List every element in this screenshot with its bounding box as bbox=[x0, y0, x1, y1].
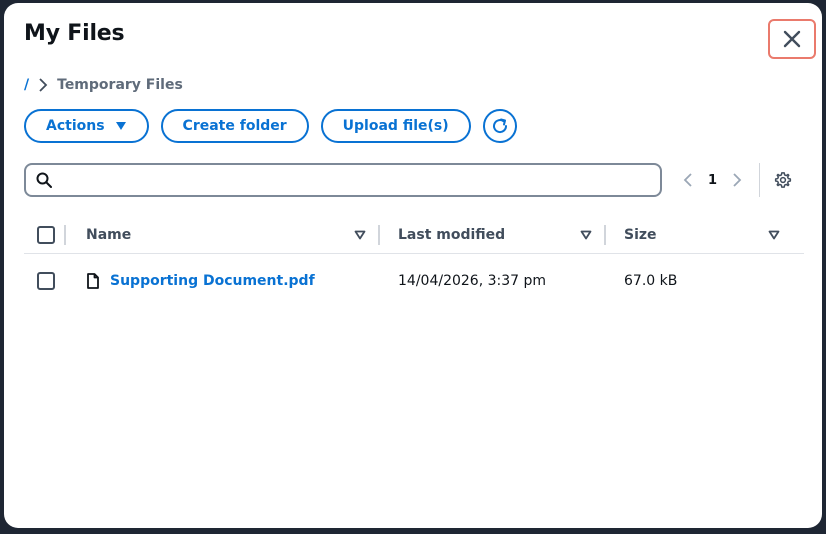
file-modified: 14/04/2026, 3:37 pm bbox=[398, 273, 547, 289]
file-size: 67.0 kB bbox=[624, 273, 678, 289]
file-name-link[interactable]: Supporting Document.pdf bbox=[110, 273, 315, 289]
sort-icon[interactable] bbox=[768, 230, 780, 240]
sort-icon[interactable] bbox=[580, 230, 592, 240]
breadcrumb-current: Temporary Files bbox=[57, 77, 183, 93]
refresh-icon bbox=[492, 118, 507, 134]
files-modal: My Files / Temporary Files Actions Creat… bbox=[4, 3, 822, 528]
column-header-name[interactable]: Name bbox=[66, 227, 378, 243]
caret-down-icon bbox=[115, 122, 126, 130]
upload-files-button[interactable]: Upload file(s) bbox=[320, 109, 471, 143]
sort-icon[interactable] bbox=[354, 230, 366, 240]
page-number[interactable]: 1 bbox=[708, 173, 717, 188]
create-folder-button[interactable]: Create folder bbox=[160, 109, 309, 143]
search-icon bbox=[36, 172, 52, 188]
row-checkbox[interactable] bbox=[37, 272, 55, 290]
actions-button[interactable]: Actions bbox=[24, 109, 149, 143]
refresh-button[interactable] bbox=[482, 109, 517, 143]
pagination: 1 bbox=[682, 163, 792, 197]
previous-page-icon[interactable] bbox=[682, 172, 694, 188]
next-page-icon[interactable] bbox=[731, 172, 743, 188]
cell-modified: 14/04/2026, 3:37 pm bbox=[380, 273, 604, 289]
toolbar: Actions Create folder Upload file(s) bbox=[24, 109, 517, 143]
files-table: Name Last modified Size Supporting Docum… bbox=[24, 217, 804, 308]
pager-divider bbox=[759, 163, 761, 197]
cell-name: Supporting Document.pdf bbox=[66, 273, 378, 289]
column-header-modified-label: Last modified bbox=[398, 227, 506, 243]
chevron-right-icon bbox=[39, 78, 48, 92]
close-button[interactable] bbox=[768, 19, 816, 59]
file-icon bbox=[87, 273, 99, 289]
settings-gear-icon[interactable] bbox=[774, 171, 792, 189]
search-input[interactable] bbox=[60, 166, 660, 194]
close-icon bbox=[783, 30, 801, 48]
breadcrumb-root[interactable]: / bbox=[24, 77, 29, 93]
column-header-size-label: Size bbox=[624, 227, 657, 243]
column-header-modified[interactable]: Last modified bbox=[380, 227, 604, 243]
table-row[interactable]: Supporting Document.pdf 14/04/2026, 3:37… bbox=[24, 254, 804, 308]
column-header-size[interactable]: Size bbox=[606, 227, 784, 243]
modal-title: My Files bbox=[24, 21, 125, 46]
select-all-checkbox[interactable] bbox=[37, 226, 55, 244]
column-header-name-label: Name bbox=[86, 227, 132, 243]
cell-size: 67.0 kB bbox=[606, 273, 784, 289]
breadcrumb: / Temporary Files bbox=[24, 75, 183, 95]
table-header-row: Name Last modified Size bbox=[24, 217, 804, 254]
search-box bbox=[24, 163, 662, 197]
actions-label: Actions bbox=[46, 118, 105, 134]
